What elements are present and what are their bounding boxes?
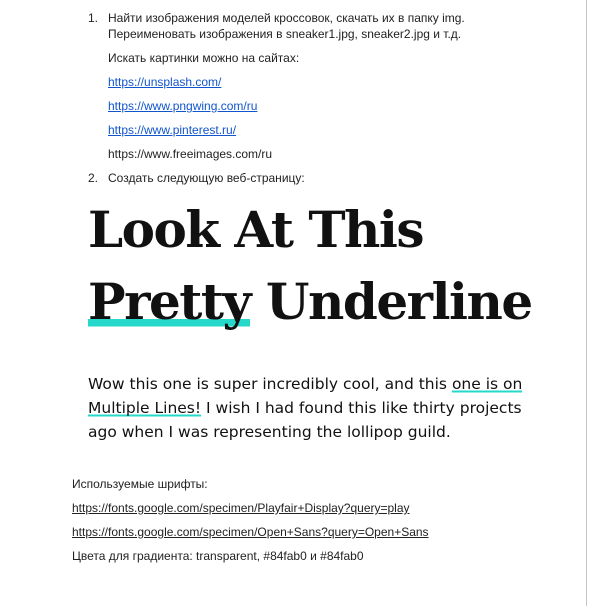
link-open-sans[interactable]: https://fonts.google.com/specimen/Open+S… <box>72 524 429 540</box>
list-item-1-line-2: Переименовать изображения в sneaker1.jpg… <box>108 27 462 41</box>
gradient-colors-text: Цвета для градиента: transparent, #84fab… <box>72 549 364 563</box>
list-number-2: 2. <box>88 171 99 185</box>
demo-heading: Look At This Pretty Underline <box>88 194 568 338</box>
demo-heading-line-1: Look At This <box>88 200 425 259</box>
demo-heading-highlight: Pretty <box>88 272 252 331</box>
page-right-border <box>586 0 587 606</box>
plain-site-freeimages: https://www.freeimages.com/ru <box>108 147 273 161</box>
demo-heading-rest: Underline <box>250 272 533 331</box>
demo-body-before: Wow this one is super incredibly cool, a… <box>88 375 452 393</box>
link-unsplash[interactable]: https://unsplash.com/ <box>108 74 221 90</box>
fonts-label: Используемые шрифты: <box>72 477 208 491</box>
list-item-1-line-1: Найти изображения моделей кроссовок, ска… <box>108 11 465 25</box>
list-number-1: 1. <box>88 11 99 25</box>
demo-body-paragraph: Wow this one is super incredibly cool, a… <box>88 372 540 444</box>
link-pngwing[interactable]: https://www.pngwing.com/ru <box>108 98 257 114</box>
list-item-2-text: Создать следующую веб-страницу: <box>108 171 305 185</box>
link-pinterest[interactable]: https://www.pinterest.ru/ <box>108 122 236 138</box>
link-playfair-display[interactable]: https://fonts.google.com/specimen/Playfa… <box>72 500 410 516</box>
document-page: 1. Найти изображения моделей кроссовок, … <box>0 0 586 606</box>
sites-label: Искать картинки можно на сайтах: <box>108 51 300 65</box>
